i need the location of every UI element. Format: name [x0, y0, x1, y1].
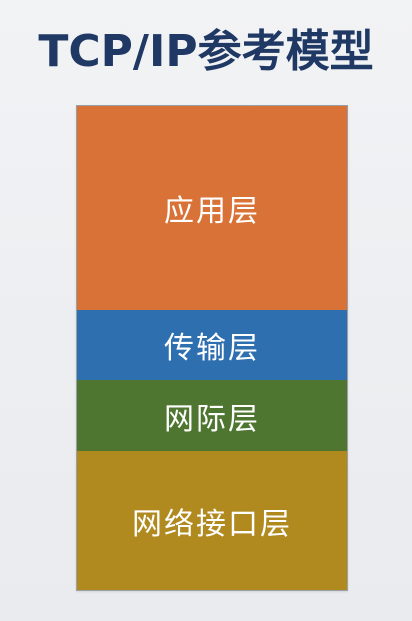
tcp-ip-layer-stack: 应用层 传输层 网际层 网络接口层 [76, 105, 348, 591]
layer-transport: 传输层 [77, 310, 347, 380]
layer-internet: 网际层 [77, 380, 347, 451]
layer-application: 应用层 [77, 106, 347, 310]
diagram-title: TCP/IP参考模型 [38, 26, 374, 77]
layer-network-interface: 网络接口层 [77, 451, 347, 590]
